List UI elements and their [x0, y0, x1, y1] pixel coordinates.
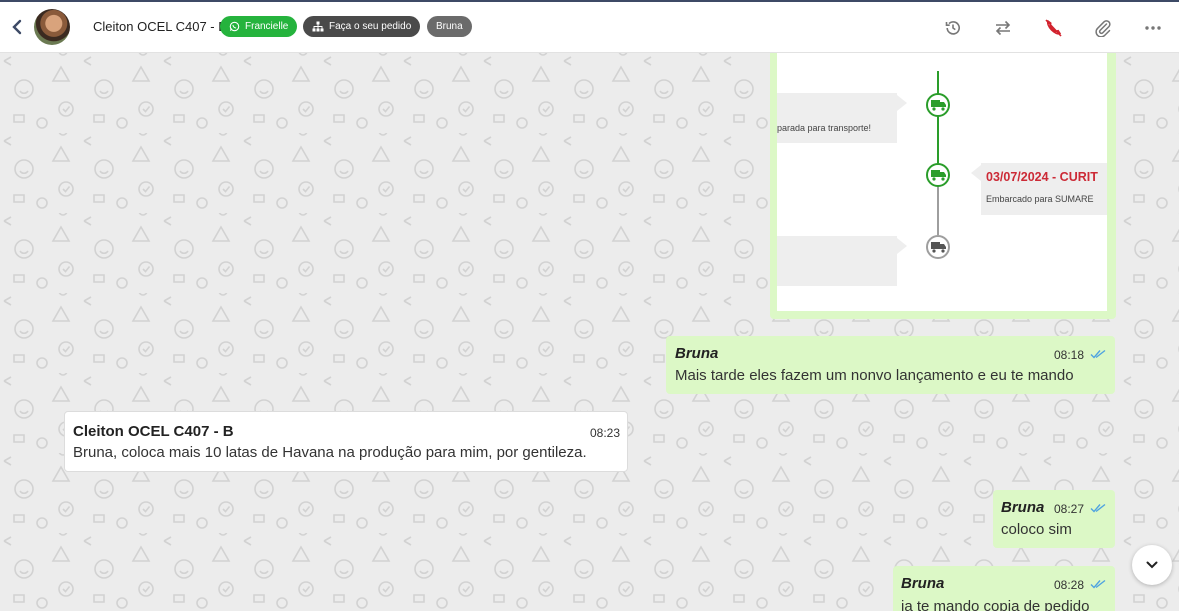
message-time: 08:28 [1054, 578, 1085, 592]
more-button[interactable] [1142, 17, 1164, 39]
truck-step-pending [926, 235, 950, 259]
more-icon [1145, 26, 1161, 30]
step-mid-date: 03/07/2024 - CURIT [986, 170, 1098, 184]
message-bubble-incoming[interactable]: Cleiton OCEL C407 - B 08:23 Bruna, coloc… [64, 411, 628, 472]
step-mid-text: Embarcado para SUMARE [986, 194, 1094, 204]
attach-button[interactable] [1092, 17, 1114, 39]
attach-icon [1095, 20, 1111, 37]
tag-francielle[interactable]: Francielle [220, 16, 298, 37]
tracking-image[interactable]: parada para transporte! 03/07/2024 - CUR… [777, 53, 1107, 311]
truck-step-done [926, 93, 950, 117]
end-call-icon [1045, 19, 1062, 37]
message-text: coloco sim [1001, 521, 1072, 538]
tag-label: Faça o seu pedido [329, 21, 412, 32]
end-call-button[interactable] [1042, 17, 1064, 39]
tag-label: Bruna [436, 21, 463, 32]
image-message-bubble[interactable]: parada para transporte! 03/07/2024 - CUR… [770, 53, 1116, 319]
contact-avatar[interactable] [34, 9, 70, 45]
truck-step-current [926, 163, 950, 187]
message-bubble-outgoing[interactable]: Bruna 08:27 coloco sim [993, 490, 1115, 548]
message-text: ja te mando copia de pedido [901, 598, 1090, 611]
scroll-to-bottom-button[interactable] [1132, 545, 1172, 585]
chat-area[interactable]: parada para transporte! 03/07/2024 - CUR… [0, 53, 1179, 611]
chevron-down-icon [1146, 561, 1158, 569]
message-time: 08:23 [590, 426, 621, 440]
message-bubble-outgoing[interactable]: Bruna 08:18 Mais tarde eles fazem um non… [666, 336, 1115, 394]
tracking-timeline: parada para transporte! 03/07/2024 - CUR… [777, 71, 1107, 286]
message-text: Mais tarde eles fazem um nonvo lançament… [675, 367, 1074, 384]
transfer-button[interactable] [992, 17, 1014, 39]
history-icon [945, 21, 960, 35]
tag-label: Francielle [245, 21, 289, 32]
chevron-left-icon [12, 19, 22, 35]
read-ticks-icon [1090, 579, 1106, 589]
message-time: 08:27 [1054, 502, 1085, 516]
tag-faca-pedido[interactable]: Faça o seu pedido [303, 16, 421, 37]
message-time: 08:18 [1054, 348, 1085, 362]
chat-header: Cleiton OCEL C407 - B Francielle Faça o … [0, 2, 1179, 53]
message-sender: Bruna [675, 345, 719, 362]
message-sender: Bruna [1001, 499, 1045, 516]
sitemap-icon [312, 21, 324, 32]
contact-name[interactable]: Cleiton OCEL C407 - B [93, 19, 227, 34]
read-ticks-icon [1090, 349, 1106, 359]
message-sender: Cleiton OCEL C407 - B [73, 423, 234, 440]
transfer-icon [995, 20, 1011, 36]
whatsapp-icon [229, 21, 240, 32]
back-button[interactable] [8, 17, 26, 37]
tag-bruna[interactable]: Bruna [427, 16, 472, 37]
step-top-text: parada para transporte! [777, 123, 871, 133]
read-ticks-icon [1090, 503, 1106, 513]
history-button[interactable] [942, 17, 964, 39]
message-bubble-outgoing[interactable]: Bruna 08:28 ja te mando copia de pedido [893, 566, 1115, 611]
message-sender: Bruna [901, 575, 945, 592]
message-text: Bruna, coloca mais 10 latas de Havana na… [73, 444, 587, 461]
